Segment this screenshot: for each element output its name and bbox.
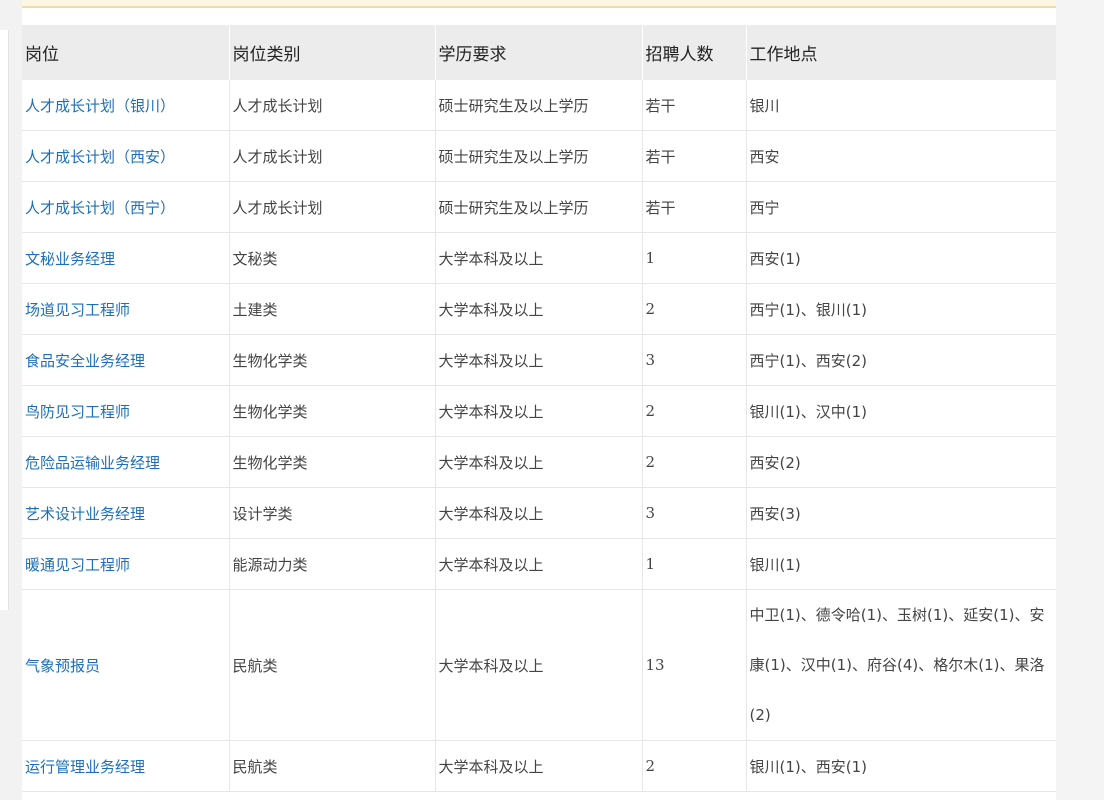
education-cell: 硕士研究生及以上学历 — [435, 181, 643, 233]
position-link[interactable]: 场道见习工程师 — [22, 283, 230, 335]
education-cell: 硕士研究生及以上学历 — [435, 130, 643, 182]
education-cell: 硕士研究生及以上学历 — [435, 80, 643, 131]
location-cell: 银川 — [746, 80, 1056, 131]
location-cell: 银川(1)、汉中(1) — [746, 385, 1056, 437]
table-row: 场道见习工程师 土建类 大学本科及以上 2 西宁(1)、银川(1) — [22, 283, 1056, 335]
left-sidebar-edge — [0, 30, 9, 610]
table-row: 食品安全业务经理 生物化学类 大学本科及以上 3 西宁(1)、西安(2) — [22, 334, 1056, 386]
table-row: 鸟防见习工程师 生物化学类 大学本科及以上 2 银川(1)、汉中(1) — [22, 385, 1056, 437]
education-cell: 大学本科及以上 — [435, 232, 643, 284]
position-link[interactable]: 暖通见习工程师 — [22, 538, 230, 590]
education-cell: 大学本科及以上 — [435, 334, 643, 386]
education-cell: 大学本科及以上 — [435, 589, 643, 741]
table-row: 艺术设计业务经理 设计学类 大学本科及以上 3 西安(3) — [22, 487, 1056, 539]
location-cell: 西安(1) — [746, 232, 1056, 284]
category-cell: 设计学类 — [229, 487, 436, 539]
category-cell: 人才成长计划 — [229, 130, 436, 182]
count-cell: 2 — [642, 740, 747, 792]
location-cell: 银川(1) — [746, 538, 1056, 590]
table-row: 人才成长计划（西宁） 人才成长计划 硕士研究生及以上学历 若干 西宁 — [22, 181, 1056, 233]
table-row: 运行管理业务经理 民航类 大学本科及以上 2 银川(1)、西安(1) — [22, 740, 1056, 792]
content-area: 岗位 岗位类别 学历要求 招聘人数 工作地点 人才成长计划（银川） 人才成长计划… — [22, 0, 1056, 800]
count-cell: 若干 — [642, 181, 747, 233]
position-link[interactable]: 人才成长计划（西安） — [22, 130, 230, 182]
count-cell: 2 — [642, 283, 747, 335]
count-cell: 2 — [642, 436, 747, 488]
right-gutter — [1056, 0, 1104, 800]
category-cell: 民航类 — [229, 740, 436, 792]
count-cell: 13 — [642, 589, 747, 741]
location-cell: 西宁(1)、西安(2) — [746, 334, 1056, 386]
header-count: 招聘人数 — [642, 25, 747, 80]
category-cell: 人才成长计划 — [229, 80, 436, 131]
location-cell: 西安(3) — [746, 487, 1056, 539]
education-cell: 大学本科及以上 — [435, 538, 643, 590]
table-row: 人才成长计划（银川） 人才成长计划 硕士研究生及以上学历 若干 银川 — [22, 80, 1056, 131]
job-table: 岗位 岗位类别 学历要求 招聘人数 工作地点 人才成长计划（银川） 人才成长计划… — [22, 25, 1056, 792]
location-cell: 中卫(1)、德令哈(1)、玉树(1)、延安(1)、安康(1)、汉中(1)、府谷(… — [746, 589, 1056, 741]
position-link[interactable]: 食品安全业务经理 — [22, 334, 230, 386]
location-cell: 西安(2) — [746, 436, 1056, 488]
position-link[interactable]: 运行管理业务经理 — [22, 740, 230, 792]
position-link[interactable]: 危险品运输业务经理 — [22, 436, 230, 488]
education-cell: 大学本科及以上 — [435, 436, 643, 488]
education-cell: 大学本科及以上 — [435, 385, 643, 437]
position-link[interactable]: 鸟防见习工程师 — [22, 385, 230, 437]
header-location: 工作地点 — [746, 25, 1056, 80]
table-row: 危险品运输业务经理 生物化学类 大学本科及以上 2 西安(2) — [22, 436, 1056, 488]
table-row: 暖通见习工程师 能源动力类 大学本科及以上 1 银川(1) — [22, 538, 1056, 590]
count-cell: 若干 — [642, 80, 747, 131]
location-cell: 银川(1)、西安(1) — [746, 740, 1056, 792]
education-cell: 大学本科及以上 — [435, 740, 643, 792]
table-row: 人才成长计划（西安） 人才成长计划 硕士研究生及以上学历 若干 西安 — [22, 130, 1056, 182]
count-cell: 1 — [642, 232, 747, 284]
category-cell: 文秘类 — [229, 232, 436, 284]
notice-banner-edge — [22, 0, 1056, 8]
position-link[interactable]: 艺术设计业务经理 — [22, 487, 230, 539]
category-cell: 民航类 — [229, 589, 436, 741]
location-cell: 西宁(1)、银川(1) — [746, 283, 1056, 335]
category-cell: 生物化学类 — [229, 385, 436, 437]
count-cell: 若干 — [642, 130, 747, 182]
category-cell: 人才成长计划 — [229, 181, 436, 233]
count-cell: 2 — [642, 385, 747, 437]
education-cell: 大学本科及以上 — [435, 283, 643, 335]
location-cell: 西安 — [746, 130, 1056, 182]
category-cell: 生物化学类 — [229, 334, 436, 386]
category-cell: 土建类 — [229, 283, 436, 335]
count-cell: 1 — [642, 538, 747, 590]
position-link[interactable]: 人才成长计划（银川） — [22, 80, 230, 131]
table-header-row: 岗位 岗位类别 学历要求 招聘人数 工作地点 — [22, 25, 1056, 80]
category-cell: 能源动力类 — [229, 538, 436, 590]
header-position: 岗位 — [22, 25, 230, 80]
count-cell: 3 — [642, 487, 747, 539]
count-cell: 3 — [642, 334, 747, 386]
location-cell: 西宁 — [746, 181, 1056, 233]
position-link[interactable]: 文秘业务经理 — [22, 232, 230, 284]
education-cell: 大学本科及以上 — [435, 487, 643, 539]
table-row: 文秘业务经理 文秘类 大学本科及以上 1 西安(1) — [22, 232, 1056, 284]
position-link[interactable]: 气象预报员 — [22, 589, 230, 741]
position-link[interactable]: 人才成长计划（西宁） — [22, 181, 230, 233]
category-cell: 生物化学类 — [229, 436, 436, 488]
table-row: 气象预报员 民航类 大学本科及以上 13 中卫(1)、德令哈(1)、玉树(1)、… — [22, 589, 1056, 741]
header-category: 岗位类别 — [229, 25, 436, 80]
header-education: 学历要求 — [435, 25, 643, 80]
